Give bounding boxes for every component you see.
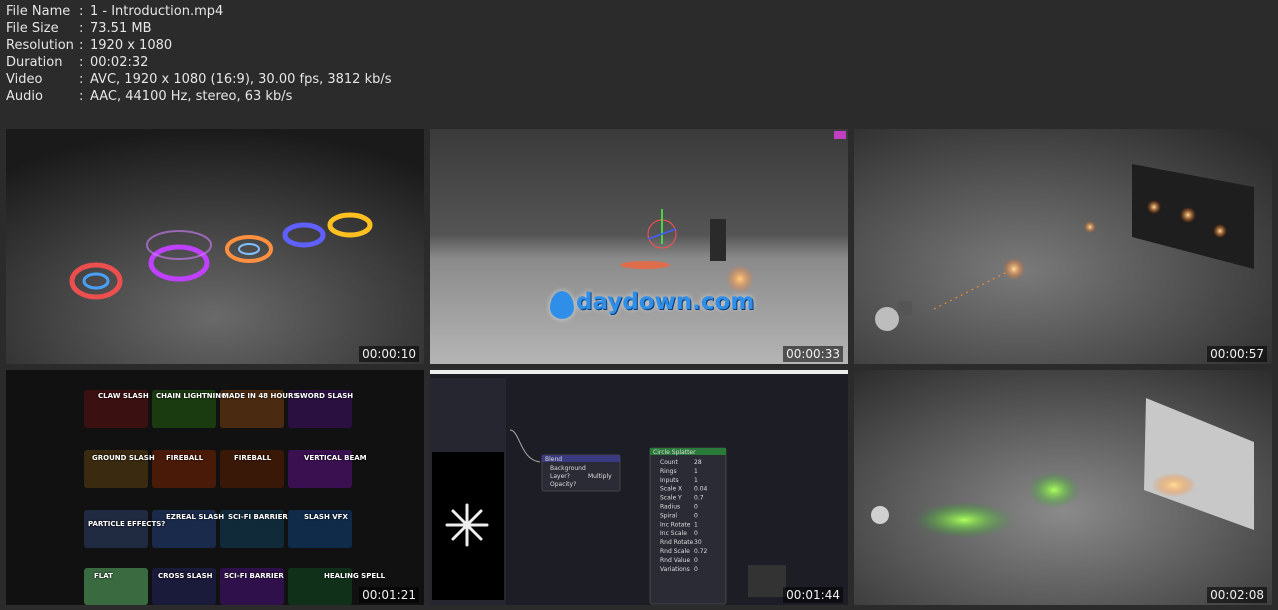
thumbnail-3[interactable]: 00:00:57 <box>854 129 1272 364</box>
thumbnail-2[interactable]: daydown.com 00:00:33 <box>430 129 848 364</box>
info-value: 1920 x 1080 <box>90 38 173 53</box>
info-label: File Size <box>6 21 59 36</box>
circle-splatter-row-label: Rnd Rotate <box>660 539 694 546</box>
circle-splatter-row-label: Rnd Value <box>660 557 690 564</box>
circle-splatter-row-value[interactable]: 0.72 <box>694 548 708 555</box>
info-value: 00:02:32 <box>90 55 149 70</box>
info-label: Resolution <box>6 38 74 53</box>
circle-splatter-row-label: Inc Scale <box>660 530 687 537</box>
blend-row-label: Opacity? <box>550 481 576 488</box>
circle-splatter-row-value[interactable]: 28 <box>694 459 702 466</box>
thumbnail-5[interactable]: Blend Background Layer? Opacity? Multipl… <box>430 370 848 605</box>
splatter-preview-icon <box>445 503 489 547</box>
video-card-title: MADE IN 48 HOURS <box>222 392 299 400</box>
video-card-title: CROSS SLASH <box>158 572 213 580</box>
info-value: 1 - Introduction.mp4 <box>90 4 224 19</box>
thumbnail-6-image <box>854 370 1272 605</box>
thumbnail-2-image <box>430 129 848 364</box>
circle-splatter-row-value[interactable]: 30 <box>694 539 702 546</box>
circle-splatter-row-label: Spiral <box>660 512 677 519</box>
info-value: 73.51 MB <box>90 21 152 36</box>
info-label: Video <box>6 72 43 87</box>
circle-splatter-row-value[interactable]: 0 <box>694 557 698 564</box>
info-separator: : <box>79 55 84 70</box>
blend-row-label: Background <box>550 465 586 472</box>
circle-splatter-row-label: Variations <box>660 566 690 573</box>
video-card-title: FIREBALL <box>234 454 272 462</box>
info-separator: : <box>79 4 84 19</box>
circle-splatter-row-label: Count <box>660 459 678 466</box>
thumbnail-timestamp: 00:00:10 <box>359 346 419 362</box>
circle-splatter-row-label: Rings <box>660 468 677 475</box>
blend-mode-select[interactable]: Multiply <box>588 473 612 480</box>
info-separator: : <box>79 89 84 104</box>
info-row-duration: Duration : 00:02:32 <box>6 54 392 71</box>
circle-splatter-row-label: Inputs <box>660 477 679 484</box>
info-row-file-name: File Name : 1 - Introduction.mp4 <box>6 3 392 20</box>
thumbnail-timestamp: 00:01:21 <box>359 587 419 603</box>
video-card-title: FIREBALL <box>166 454 204 462</box>
info-row-file-size: File Size : 73.51 MB <box>6 20 392 37</box>
info-separator: : <box>79 72 84 87</box>
thumbnail-3-image <box>854 129 1272 364</box>
thumbnail-1-image <box>6 129 424 364</box>
blend-row-label: Layer? <box>550 473 570 480</box>
circle-splatter-row-label: Scale Y <box>660 495 682 502</box>
thumbnail-5-image: Blend Background Layer? Opacity? Multipl… <box>430 370 848 605</box>
video-card-title: VERTICAL BEAM <box>304 454 367 462</box>
circle-splatter-row-label: Scale X <box>660 486 682 493</box>
thumbnail-grid: 00:00:10 daydown.com 00:00:33 00:00:57 C… <box>6 129 1278 610</box>
thumbnail-1[interactable]: 00:00:10 <box>6 129 424 364</box>
video-card-title: CLAW SLASH <box>98 392 149 400</box>
thumbnail-timestamp: 00:01:44 <box>783 587 843 603</box>
video-card-title: SWORD SLASH <box>295 392 354 400</box>
info-row-video: Video : AVC, 1920 x 1080 (16:9), 30.00 f… <box>6 71 392 88</box>
info-row-resolution: Resolution : 1920 x 1080 <box>6 37 392 54</box>
thumbnail-4-image <box>6 370 424 605</box>
blend-node-title: Blend <box>545 456 562 463</box>
video-card-title: CHAIN LIGHTNING <box>156 392 227 400</box>
info-label: File Name <box>6 4 71 19</box>
watermark-logo-icon <box>550 291 574 319</box>
thumbnail-timestamp: 00:00:57 <box>1207 346 1267 362</box>
info-value: AAC, 44100 Hz, stereo, 63 kb/s <box>90 89 293 104</box>
thumbnail-4[interactable]: CLAW SLASH CHAIN LIGHTNING MADE IN 48 HO… <box>6 370 424 605</box>
info-separator: : <box>79 21 84 36</box>
video-card-title: GROUND SLASH <box>92 454 155 462</box>
file-info-panel: File Name : 1 - Introduction.mp4 File Si… <box>6 3 392 105</box>
info-row-audio: Audio : AAC, 44100 Hz, stereo, 63 kb/s <box>6 88 392 105</box>
video-card-title: FLAT <box>94 572 113 580</box>
video-card-title: SLASH VFX <box>304 513 348 521</box>
circle-splatter-row-value[interactable]: 0.04 <box>694 486 708 493</box>
circle-splatter-row-label: Radius <box>660 504 680 511</box>
video-card-title: PARTICLE EFFECTS? <box>88 520 166 528</box>
circle-splatter-row-value[interactable]: 1 <box>694 477 698 484</box>
circle-splatter-row-label: Rnd Scale <box>660 548 690 555</box>
circle-splatter-title: Circle Splatter <box>653 449 696 456</box>
circle-splatter-row-value[interactable]: 1 <box>694 468 698 475</box>
circle-splatter-row-value[interactable]: 0.7 <box>694 495 704 502</box>
watermark: daydown.com <box>576 289 755 315</box>
thumbnail-timestamp: 00:02:08 <box>1207 587 1267 603</box>
info-value: AVC, 1920 x 1080 (16:9), 30.00 fps, 3812… <box>90 72 392 87</box>
circle-splatter-row-value[interactable]: 0 <box>694 566 698 573</box>
circle-splatter-row-value[interactable]: 0 <box>694 512 698 519</box>
info-label: Duration <box>6 55 63 70</box>
thumbnail-timestamp: 00:00:33 <box>783 346 843 362</box>
circle-splatter-row-value[interactable]: 0 <box>694 530 698 537</box>
circle-splatter-row-value[interactable]: 1 <box>694 521 698 528</box>
info-separator: : <box>79 38 84 53</box>
circle-splatter-row-label: Inc Rotate <box>660 521 691 528</box>
circle-splatter-row-value[interactable]: 0 <box>694 504 698 511</box>
info-label: Audio <box>6 89 43 104</box>
video-card-title: SCI-FI BARRIER <box>224 572 284 580</box>
video-card-title: EZREAL SLASH <box>166 513 225 521</box>
video-card-title: SCI-FI BARRIER <box>228 513 288 521</box>
thumbnail-6[interactable]: 00:02:08 <box>854 370 1272 605</box>
video-card-title: HEALING SPELL <box>324 572 386 580</box>
